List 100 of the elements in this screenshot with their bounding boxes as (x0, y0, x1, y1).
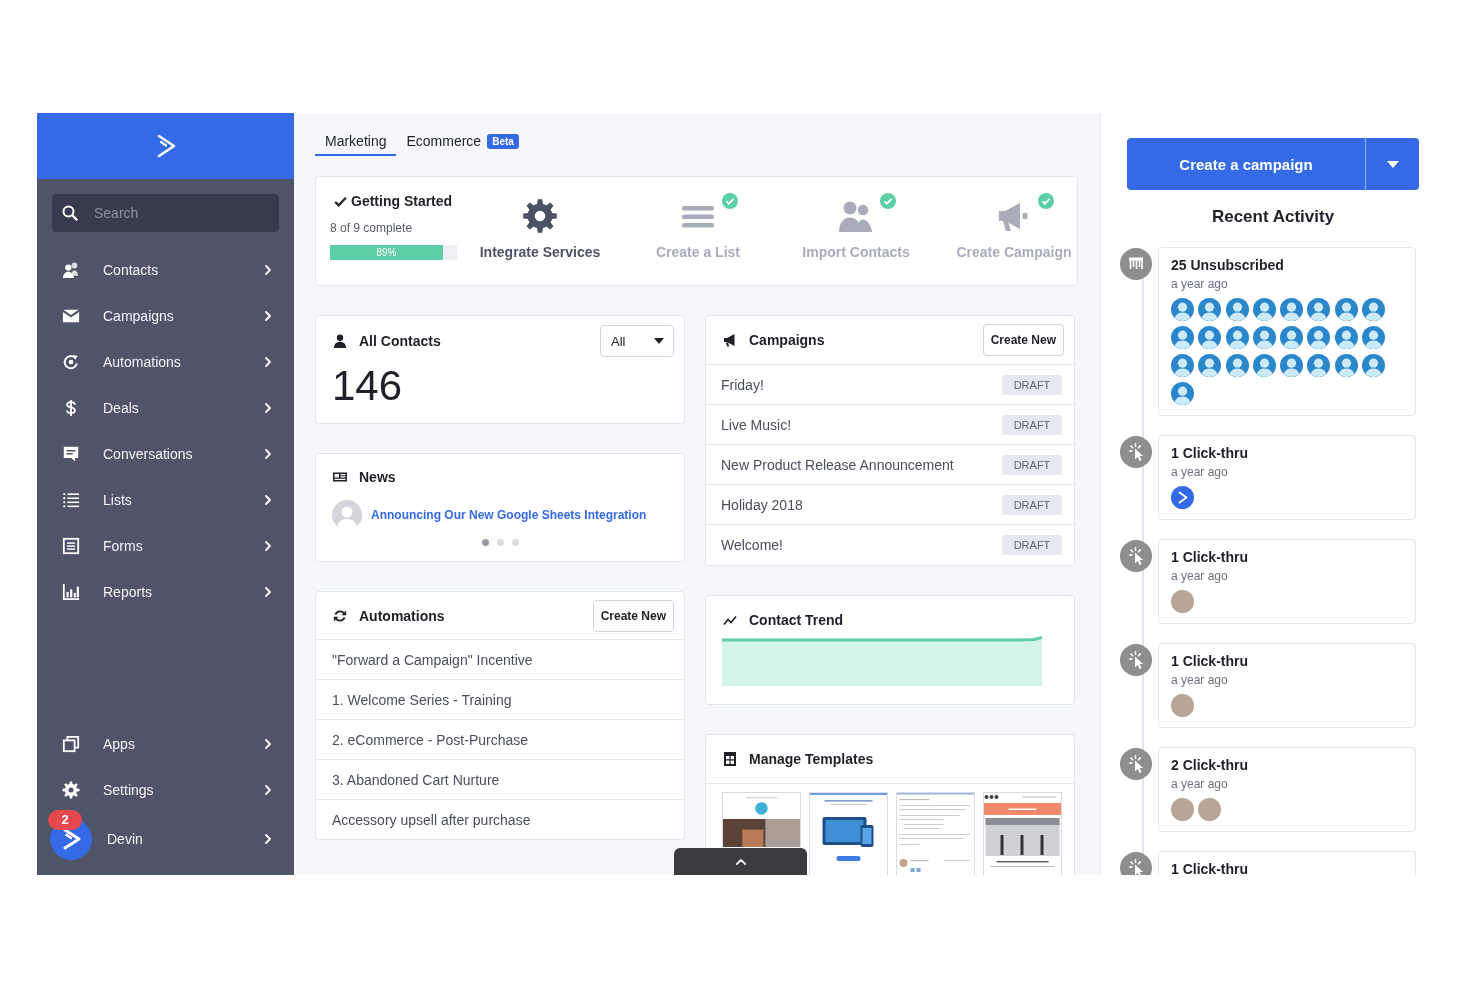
create-new-button[interactable]: Create New (982, 324, 1064, 356)
card-title: All Contacts (359, 333, 442, 349)
nav-item[interactable]: Reports (37, 569, 294, 615)
nav-item[interactable]: Settings (37, 767, 294, 813)
avatar-icon (1171, 298, 1194, 321)
megaphone-icon (723, 333, 737, 347)
nav-item[interactable]: Apps (37, 721, 294, 767)
avatar-icon (1280, 326, 1304, 349)
tab[interactable]: Ecommerce Beta (396, 132, 529, 156)
status-badge: DRAFT (1002, 414, 1062, 435)
chevron-right-icon (262, 310, 274, 322)
status-badge: DRAFT (1002, 535, 1062, 555)
carousel-dot[interactable] (496, 539, 504, 546)
nav-item[interactable]: Forms (37, 523, 294, 569)
nav-item[interactable]: Automations (37, 339, 294, 385)
caret-down-icon (1386, 160, 1399, 168)
stacked-squares-icon (62, 735, 80, 753)
campaign-name[interactable]: Holiday 2018 (721, 496, 1002, 513)
template-thumbnail-drawing[interactable] (809, 792, 888, 875)
avatar-icon (1171, 354, 1194, 377)
avatar-icon (1171, 382, 1194, 405)
campaign-name[interactable]: Friday! (721, 376, 1002, 393)
user-menu-item[interactable]: 2 Devin (37, 813, 294, 865)
chevron-right-icon (262, 356, 274, 368)
gear-icon[interactable] (522, 198, 558, 234)
card-title: Contact Trend (749, 612, 845, 628)
automation-item[interactable]: 3. Abandoned Cart Nurture (316, 760, 684, 800)
activity-time: a year ago (1171, 568, 1229, 584)
filter-dropdown[interactable]: All (600, 325, 674, 357)
create-new-button[interactable]: Create New (592, 599, 674, 632)
dropdown-button[interactable] (1365, 138, 1419, 190)
nav-item[interactable]: Campaigns (37, 293, 294, 339)
trend-line-icon (723, 613, 737, 627)
template-thumbnail-drawing[interactable] (722, 792, 801, 847)
avatar-icon (1171, 326, 1194, 349)
refresh-icon (333, 608, 347, 623)
news-link[interactable]: Announcing Our New Google Sheets Integration (371, 508, 647, 522)
caret-down-icon (654, 338, 664, 344)
activity-time: a year ago (1171, 672, 1229, 688)
automation-item[interactable]: Accessory upsell after purchase (316, 800, 684, 839)
person-icon (333, 334, 347, 348)
search-field[interactable]: Search (52, 194, 279, 232)
campaign-name[interactable]: Live Music! (721, 416, 1002, 433)
photo-placeholder (1171, 694, 1194, 717)
settings-icon (62, 781, 80, 799)
nav-item[interactable]: Lists (37, 477, 294, 523)
progress-caption: 8 of 9 complete (330, 220, 414, 236)
avatar-icon (1252, 354, 1276, 377)
step-link[interactable]: Integrate Services (479, 243, 601, 261)
avatar-icon (1280, 354, 1304, 377)
avatar-icon (1198, 354, 1222, 377)
activity-title: 1 Click-thru (1171, 445, 1249, 462)
status-badge: DRAFT (1002, 374, 1062, 395)
list-icon (62, 491, 80, 509)
chat-icon (62, 445, 80, 463)
activity-time: a year ago (1171, 276, 1229, 292)
card-title: Automations (359, 607, 446, 624)
nav-item[interactable]: Deals (37, 385, 294, 431)
card-title: Getting Started (351, 193, 453, 209)
campaign-name[interactable]: Welcome! (721, 537, 1002, 553)
avatar-icon (1362, 298, 1386, 321)
nav-item[interactable]: Conversations (37, 431, 294, 477)
search-icon (62, 205, 78, 221)
cycle-arrow-icon (62, 353, 80, 371)
avatar-icon (1334, 298, 1358, 321)
notification-badge: 2 (48, 810, 82, 830)
tab[interactable]: Marketing (315, 132, 397, 156)
photo-placeholder (1171, 798, 1194, 821)
avatar-icon (1225, 298, 1249, 321)
chevron-right-icon (262, 833, 274, 845)
logo-icon (1171, 486, 1194, 509)
card-title: News (359, 469, 397, 485)
automation-item[interactable]: 1. Welcome Series - Training (316, 680, 684, 720)
curtain-icon (1120, 248, 1152, 280)
carousel-dot[interactable] (511, 539, 519, 546)
avatar-icon (1280, 298, 1304, 321)
automation-item[interactable]: "Forward a Campaign" Incentive (316, 640, 684, 680)
campaign-name[interactable]: New Product Release Announcement (721, 456, 1002, 473)
chevron-up-icon (734, 857, 747, 866)
avatar-icon (1225, 354, 1249, 377)
avatar-icon (1334, 354, 1358, 377)
photo-placeholder (1198, 798, 1222, 821)
template-thumbnail-drawing[interactable] (983, 792, 1062, 875)
bar-chart-icon (62, 583, 80, 601)
pointer-click-icon (1120, 436, 1152, 468)
people-icon (62, 261, 80, 279)
beta-badge: Beta (487, 133, 519, 149)
carousel-dot[interactable] (481, 539, 489, 546)
chevron-right-icon (262, 494, 274, 506)
status-badge: DRAFT (1002, 454, 1062, 475)
chevron-right-icon (262, 402, 274, 414)
nav-item[interactable]: Contacts (37, 247, 294, 293)
automation-item[interactable]: 2. eCommerce - Post-Purchase (316, 720, 684, 760)
chevron-right-icon (262, 784, 274, 796)
avatar-icon (1307, 298, 1331, 321)
template-thumbnail-drawing[interactable] (896, 792, 975, 875)
create-campaign-button[interactable]: Create a campaign (1127, 138, 1365, 190)
avatar-icon (1225, 326, 1249, 349)
activity-time: a year ago (1171, 776, 1229, 792)
avatar-icon (332, 500, 362, 530)
